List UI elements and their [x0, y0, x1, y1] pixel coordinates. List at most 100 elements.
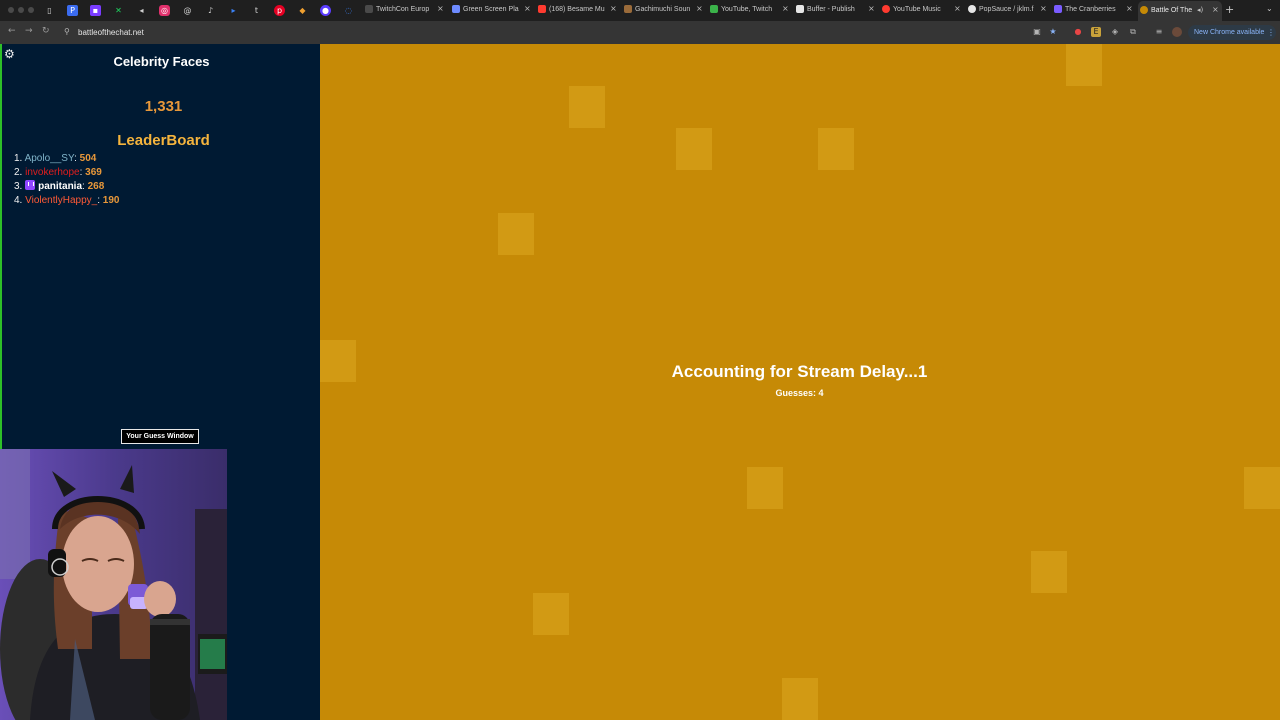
cast-icon[interactable]: ≡: [1154, 27, 1164, 37]
background-square: [747, 467, 783, 509]
bookmark-star-icon[interactable]: ★: [1048, 27, 1058, 37]
tab-search-chevron-icon[interactable]: ⌄: [1266, 4, 1273, 13]
tab-title: YouTube, Twitch: [721, 6, 773, 13]
leaderboard-points: 504: [79, 153, 97, 164]
close-window-button[interactable]: [8, 7, 14, 13]
tab-title: YouTube Music: [893, 6, 941, 13]
tab-close-icon[interactable]: ×: [437, 3, 444, 15]
pinned-tab-doc-icon[interactable]: ▯: [44, 5, 55, 16]
tab-close-icon[interactable]: ×: [1040, 3, 1047, 15]
twitch-badge-icon: [25, 180, 36, 190]
tab-close-icon[interactable]: ×: [524, 3, 531, 15]
leaderboard-points: 369: [85, 167, 102, 178]
tab-youtube-music[interactable]: YouTube Music ×: [880, 3, 964, 18]
tab-battle-of-the-chat[interactable]: Battle Of The ◂) ×: [1138, 1, 1222, 21]
tab-favicon-icon: [1140, 6, 1148, 14]
tab-title: (168) Besame Mu: [549, 6, 605, 13]
stream-delay-status: Accounting for Stream Delay...1: [671, 362, 928, 381]
category-title: Celebrity Faces: [113, 54, 210, 69]
tab-favicon-icon: [882, 5, 890, 13]
tab-favicon-icon: [365, 5, 373, 13]
pinned-tab-violet-icon[interactable]: ●: [320, 5, 331, 16]
browser-window: ▯ P ▪ ✕ ◂ ◎ @ ♪ ▸ t p ◆ ● ◌ TwitchCon Eu…: [0, 0, 1280, 720]
forward-button[interactable]: →: [25, 26, 33, 36]
tab-green-screen[interactable]: Green Screen Pla ×: [450, 3, 534, 18]
tab-title: Gachimuchi Soun: [635, 6, 691, 13]
leaderboard-rank: 2.: [14, 167, 23, 178]
leaderboard-row: 1. Apolo__SY: 504: [14, 153, 97, 164]
background-square: [533, 593, 569, 635]
leaderboard-name: ViolentlyHappy_: [25, 195, 98, 206]
tab-close-icon[interactable]: ×: [610, 3, 617, 15]
maximize-window-button[interactable]: [28, 7, 34, 13]
tab-title: Green Screen Pla: [463, 6, 519, 13]
leaderboard-name: panitania: [38, 181, 83, 192]
minimize-window-button[interactable]: [18, 7, 24, 13]
pinned-tab-tumblr-icon[interactable]: t: [251, 5, 262, 16]
tab-besame-mucho[interactable]: (168) Besame Mu ×: [536, 3, 620, 18]
menu-kebab-icon[interactable]: ⋮: [1267, 27, 1275, 38]
leaderboard-points: 268: [87, 181, 105, 192]
extensions-puzzle-icon[interactable]: ⧉: [1128, 27, 1138, 37]
extension-red-icon[interactable]: ●: [1073, 27, 1083, 37]
address-bar[interactable]: ⚲ battleofthechat.net: [56, 24, 1066, 41]
leaderboard-name: invokerhope: [25, 167, 80, 178]
tab-cranberries[interactable]: The Cranberries ×: [1052, 3, 1136, 18]
tab-favicon-icon: [452, 5, 460, 13]
background-square: [498, 213, 534, 255]
tab-gachimuchi[interactable]: Gachimuchi Soun ×: [622, 3, 706, 18]
tab-popsauce[interactable]: PopSauce / jklm.f ×: [966, 3, 1050, 18]
tab-close-icon[interactable]: ×: [954, 3, 961, 15]
pinned-tab-green-icon[interactable]: ✕: [113, 5, 124, 16]
update-label: New Chrome available: [1194, 29, 1265, 36]
tab-favicon-icon: [538, 5, 546, 13]
site-info-icon[interactable]: ⚲: [64, 27, 70, 36]
tab-youtube-twitch[interactable]: YouTube, Twitch ×: [708, 3, 792, 18]
tab-close-icon[interactable]: ×: [1126, 3, 1133, 15]
extension-yellow-icon[interactable]: E: [1091, 27, 1101, 37]
pinned-tab-arrow-icon[interactable]: ▸: [228, 5, 239, 16]
background-square: [1066, 44, 1102, 86]
webcam-feed: [0, 449, 227, 720]
background-square: [569, 86, 605, 128]
leaderboard-points: 190: [102, 195, 120, 206]
tab-favicon-icon: [796, 5, 804, 13]
reload-button[interactable]: ↻: [42, 26, 50, 36]
tab-favicon-icon: [710, 5, 718, 13]
extension-shield-icon[interactable]: ◈: [1110, 27, 1120, 37]
chrome-update-button[interactable]: New Chrome available ⋮: [1188, 25, 1276, 40]
tab-close-icon[interactable]: ×: [696, 3, 703, 15]
your-guess-window-button[interactable]: Your Guess Window: [121, 429, 199, 444]
camera-blocked-icon[interactable]: ▣: [1032, 27, 1042, 37]
tab-audio-icon[interactable]: ◂): [1197, 5, 1203, 16]
tab-close-icon[interactable]: ×: [782, 3, 789, 15]
tab-title: PopSauce / jklm.f: [979, 6, 1034, 13]
new-tab-button[interactable]: +: [1225, 3, 1234, 16]
tab-title: Battle Of The: [1151, 7, 1193, 14]
pinned-tab-instagram-icon[interactable]: ◎: [159, 5, 170, 16]
tab-favicon-icon: [968, 5, 976, 13]
back-button[interactable]: ←: [8, 26, 16, 36]
background-square: [818, 128, 854, 170]
pinned-tab-pinterest-icon[interactable]: p: [274, 5, 285, 16]
pinned-tab-purple-icon[interactable]: ▪: [90, 5, 101, 16]
leaderboard-row: 3. panitania: 268: [14, 180, 105, 192]
background-square: [676, 128, 712, 170]
tab-close-icon[interactable]: ×: [1212, 4, 1219, 16]
tab-title: Buffer - Publish: [807, 6, 855, 13]
profile-avatar[interactable]: [1172, 27, 1182, 37]
pinned-tab-circle-icon[interactable]: ◌: [343, 5, 354, 16]
tab-buffer[interactable]: Buffer - Publish ×: [794, 3, 878, 18]
background-square: [1244, 467, 1280, 509]
pinned-tab-threads-icon[interactable]: @: [182, 5, 193, 16]
leaderboard-row: 4. ViolentlyHappy_: 190: [14, 195, 120, 206]
pinned-tab-blue-icon[interactable]: P: [67, 5, 78, 16]
pinned-tab-orange-icon[interactable]: ◆: [297, 5, 308, 16]
pinned-tab-sound-icon[interactable]: ◂: [136, 5, 147, 16]
background-square: [782, 678, 818, 720]
leaderboard-rank: 1.: [14, 153, 23, 164]
leaderboard-rank: 4.: [14, 195, 23, 206]
tab-close-icon[interactable]: ×: [868, 3, 875, 15]
tab-twitchcon[interactable]: TwitchCon Europ ×: [363, 3, 447, 18]
pinned-tab-music-icon[interactable]: ♪: [205, 5, 216, 16]
